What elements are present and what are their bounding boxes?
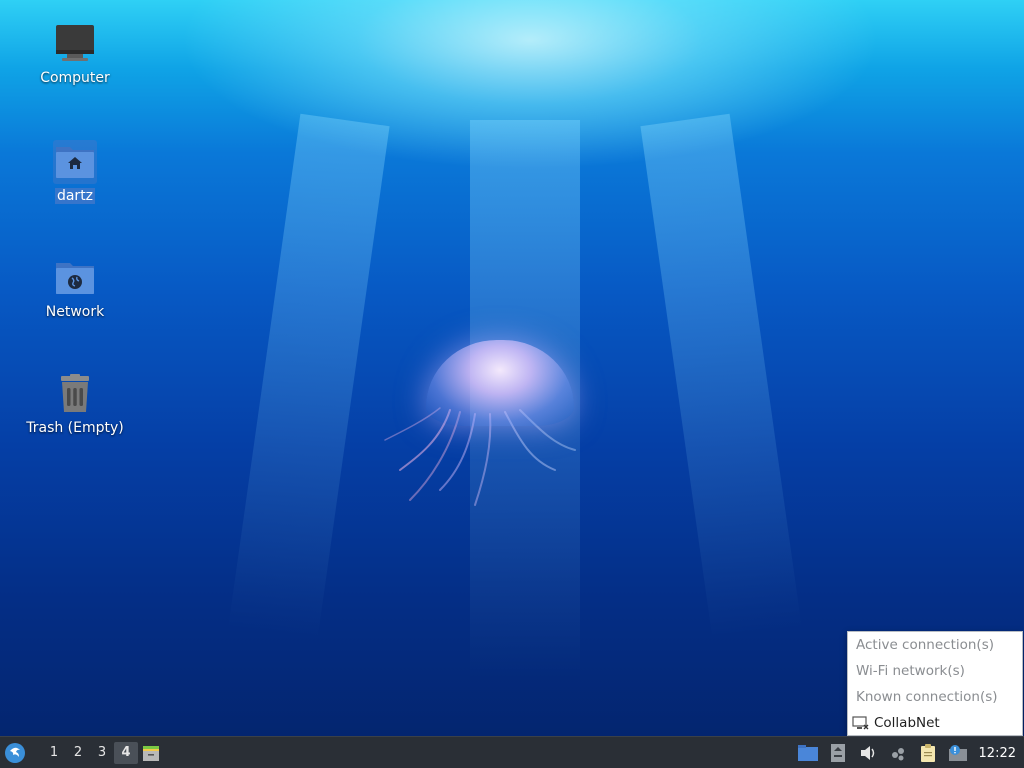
menu-header-wifi-networks: Wi-Fi network(s) — [856, 663, 965, 679]
update-notifier-tray-button[interactable] — [943, 737, 973, 768]
bluetooth-icon — [891, 748, 904, 761]
bluetooth-tray-button[interactable] — [883, 737, 913, 768]
menu-header-active-connections: Active connection(s) — [856, 637, 994, 653]
desktop-icon-label: Computer — [40, 70, 110, 86]
volume-icon — [860, 746, 874, 760]
desktop-icon-home-folder[interactable]: dartz — [15, 140, 135, 204]
home-folder-icon — [53, 140, 97, 184]
desktop-icon-label: dartz — [54, 188, 96, 204]
trash-icon — [53, 372, 97, 416]
start-menu-button[interactable] — [0, 737, 30, 768]
show-desktop-button[interactable] — [138, 737, 164, 768]
desktop-icon-label: Network — [45, 304, 105, 320]
desktop-icon-label: Trash (Empty) — [26, 420, 124, 436]
desktop-icon-network[interactable]: Network — [15, 256, 135, 320]
desktop-icon-computer[interactable]: Computer — [15, 22, 135, 86]
clock[interactable]: 12:22 — [973, 746, 1024, 761]
archive-icon — [143, 745, 159, 761]
desktop-wallpaper — [0, 0, 1024, 736]
menu-item-label: CollabNet — [874, 715, 940, 731]
workspace-3-button[interactable]: 3 — [90, 737, 114, 768]
menu-item-collabnet[interactable]: CollabNet — [848, 710, 1022, 736]
desktop-icon-trash[interactable]: Trash (Empty) — [15, 372, 135, 436]
system-tray: 12:22 — [793, 737, 1024, 768]
wired-disconnected-icon — [852, 715, 870, 731]
update-notifier-icon — [948, 745, 967, 761]
workspace-4-button[interactable]: 4 — [114, 741, 138, 764]
clipboard-icon — [920, 744, 935, 762]
workspace-1-button[interactable]: 1 — [42, 737, 66, 768]
clipboard-tray-button[interactable] — [913, 737, 943, 768]
computer-icon — [53, 22, 97, 66]
volume-tray-button[interactable] — [853, 737, 883, 768]
distro-logo-icon — [5, 742, 25, 763]
workspace-2-button[interactable]: 2 — [66, 737, 90, 768]
file-manager-tray-button[interactable] — [793, 737, 823, 768]
network-disconnected-icon — [830, 744, 845, 762]
file-manager-icon — [797, 745, 818, 761]
menu-header-known-connections: Known connection(s) — [856, 689, 998, 705]
network-folder-icon — [53, 256, 97, 300]
network-tray-button[interactable] — [823, 737, 853, 768]
taskbar: 1 2 3 4 12:22 — [0, 736, 1024, 768]
network-menu: Active connection(s) Wi-Fi network(s) Kn… — [847, 631, 1023, 736]
